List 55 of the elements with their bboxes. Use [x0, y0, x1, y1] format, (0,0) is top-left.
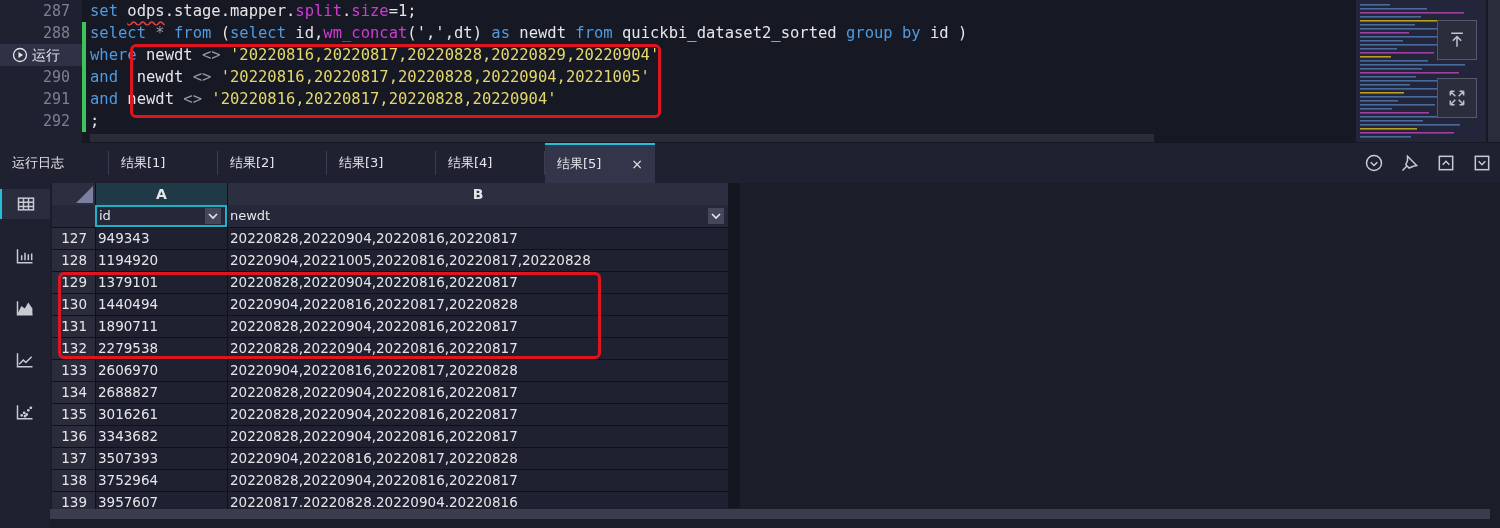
bar-chart-icon: [15, 246, 35, 266]
scatter-chart-icon: [15, 402, 35, 422]
line-number: 290: [42, 66, 70, 88]
result-tab[interactable]: 结果[1]: [109, 151, 218, 175]
pin-icon: [1400, 153, 1420, 173]
scrollbar[interactable]: [728, 183, 740, 508]
expand-icon: [1447, 88, 1467, 108]
row-number: 133: [52, 360, 95, 381]
row-number: 135: [52, 404, 95, 425]
row-number: 136: [52, 426, 95, 447]
line-number: 288: [42, 22, 70, 44]
code-line: set odps.stage.mapper.split.size=1;: [90, 1, 417, 21]
scrollbar[interactable]: [90, 134, 1154, 142]
table-icon: [16, 194, 36, 214]
tab-label: 结果[5]: [557, 155, 602, 174]
code-line: ;: [90, 111, 100, 131]
line-number: 287: [42, 0, 70, 22]
row-number: 130: [52, 294, 95, 315]
area-chart-icon: [15, 298, 35, 318]
row-number: 128: [52, 250, 95, 271]
dropdown-icon: [205, 208, 221, 224]
column-letter[interactable]: A: [95, 183, 227, 205]
tab-label: 结果[4]: [448, 154, 493, 173]
tab-label: 结果[3]: [339, 154, 384, 173]
corner-triangle-icon: [76, 186, 93, 203]
result-tab[interactable]: 结果[2]: [218, 151, 327, 175]
column-filter[interactable]: id: [95, 205, 227, 227]
result-tab[interactable]: 结果[5] ×: [545, 143, 655, 183]
scroll-top-button[interactable]: [1437, 20, 1477, 60]
line-number: 292: [42, 110, 70, 132]
line-number: 291: [42, 88, 70, 110]
code-line: select * from (select id,wm_concat(',',dt) as newdt from quickbi_dataset2_sorted group by id ): [90, 23, 968, 43]
dropdown-icon: [708, 208, 724, 224]
row-number: 137: [52, 448, 95, 469]
close-button[interactable]: ×: [631, 153, 643, 175]
tab-label: 运行日志: [12, 154, 64, 173]
view-toggle[interactable]: [0, 189, 50, 219]
column-header: newdt: [230, 207, 271, 226]
tab-label: 结果[2]: [230, 154, 275, 173]
fullscreen-button[interactable]: [1437, 78, 1477, 118]
tab-label: 结果[1]: [121, 154, 166, 173]
line-chart-icon: [15, 350, 35, 370]
row-number: 131: [52, 316, 95, 337]
play-icon: [12, 47, 28, 63]
row-number: 138: [52, 470, 95, 491]
column-header: id: [99, 207, 111, 226]
scrollbar[interactable]: [50, 509, 1490, 519]
collapse-down-icon: [1472, 153, 1492, 173]
chevron-circle-icon: [1364, 153, 1384, 173]
row-number: 134: [52, 382, 95, 403]
row-number: 127: [52, 228, 95, 249]
result-tab[interactable]: 结果[3]: [327, 151, 436, 175]
collapse-up-icon: [1436, 153, 1456, 173]
code-line: and newdt <> '20220816,20220817,20220828,20220904,20221005': [90, 67, 650, 87]
result-tab[interactable]: 运行日志: [0, 151, 109, 175]
